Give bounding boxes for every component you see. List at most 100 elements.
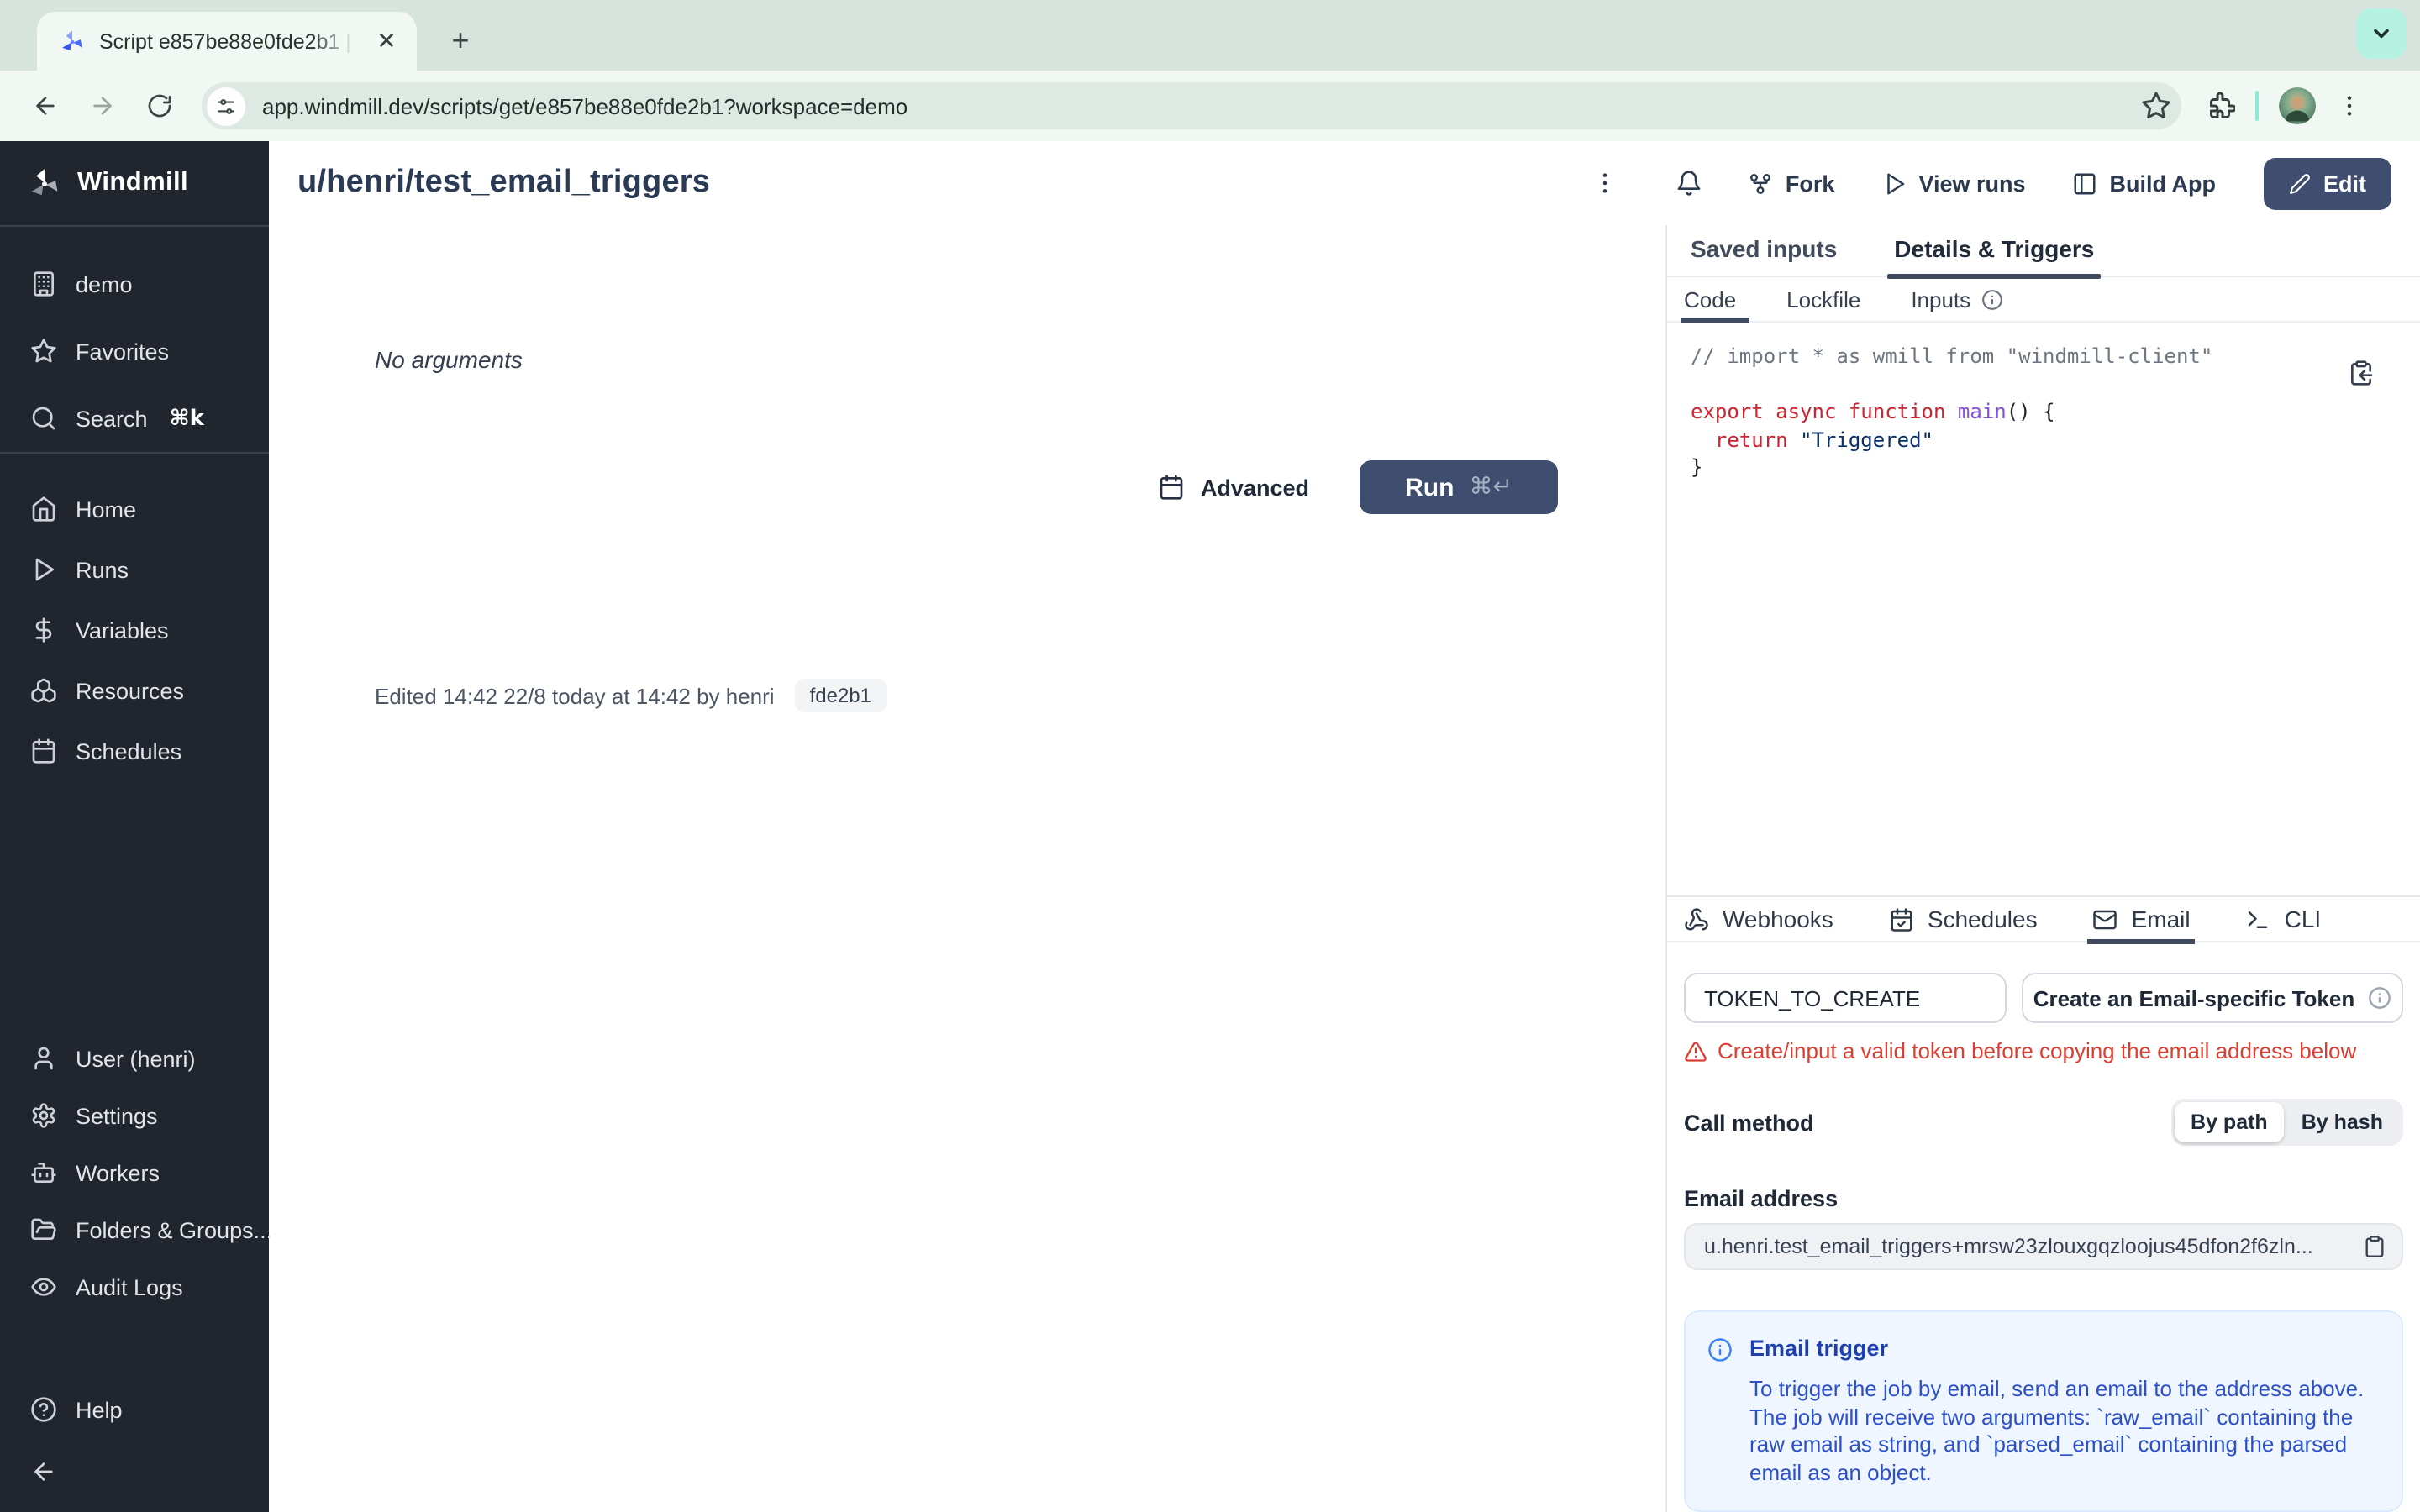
no-arguments-text: No arguments [375,346,523,373]
bot-icon [30,1159,57,1186]
calendar-icon [30,738,57,764]
info-box-title: Email trigger [1749,1336,1889,1361]
details-panel: Saved inputs Details & Triggers Code Loc… [1665,225,2420,1512]
profile-avatar[interactable] [2279,87,2316,124]
back-button[interactable] [24,84,67,128]
terminal-icon [2246,906,2271,932]
browser-tab[interactable]: Script e857be88e0fde2b1 | W ✕ [37,12,417,71]
sidebar-collapse-button[interactable] [0,1438,269,1505]
calendar-check-icon [1889,906,1914,932]
browser-toolbar: app.windmill.dev/scripts/get/e857be88e0f… [0,71,2420,141]
copy-code-icon[interactable] [2348,360,2375,386]
code-block: // import * as wmill from "windmill-clie… [1691,344,2213,479]
folder-open-icon [30,1216,57,1243]
alert-triangle-icon [1684,1039,1707,1063]
edited-text: Edited 14:42 22/8 today at 14:42 by henr… [375,683,775,708]
sidebar-item[interactable]: Search ⌘k [0,385,269,452]
url-text[interactable]: app.windmill.dev/scripts/get/e857be88e0f… [262,93,2141,118]
git-fork-icon [1749,171,1774,196]
settings-icon [30,1102,57,1129]
url-bar[interactable]: app.windmill.dev/scripts/get/e857be88e0f… [202,82,2181,129]
sidebar-item[interactable]: Workers [0,1144,269,1201]
run-button[interactable]: Run ⌘↵ [1360,460,1558,514]
panel-tab[interactable]: Saved inputs [1684,225,1844,277]
windmill-logo-icon [27,165,62,201]
main-content: No arguments Advanced Run ⌘↵ Edited 14:4… [269,225,1665,1512]
new-tab-button[interactable]: + [439,18,482,62]
info-icon [2368,986,2391,1010]
trigger-tab[interactable]: Email [2087,895,2196,944]
toolbar-separator [2255,91,2259,121]
sidebar-item[interactable]: Variables [0,600,269,660]
panel-left-icon [2073,171,2098,196]
copy-email-icon[interactable] [2363,1235,2386,1258]
webhook-icon [1684,906,1709,932]
sidebar-item[interactable]: Home [0,479,269,539]
code-tab[interactable]: Code [1680,276,1750,322]
token-warning: Create/input a valid token before copyin… [1684,1038,2403,1063]
call-method-label: Call method [1684,1110,1814,1135]
header-button[interactable]: Fork [1749,171,1834,196]
email-trigger-section: Create an Email-specific Token Create/in… [1667,942,2420,1512]
sidebar-item[interactable]: Folders & Groups... [0,1201,272,1258]
create-email-token-button[interactable]: Create an Email-specific Token [2022,973,2403,1023]
site-settings-icon[interactable] [207,87,245,125]
page-title: u/henri/test_email_triggers [297,165,711,200]
code-tab[interactable]: Lockfile [1786,276,1860,322]
sidebar-item-help[interactable]: Help [0,1381,269,1438]
panel-tab[interactable]: Details & Triggers [1887,225,2102,279]
header-button[interactable]: Build App [2073,171,2216,196]
trigger-tab[interactable]: CLI [2246,895,2321,942]
reload-button[interactable] [138,84,182,128]
sidebar-item[interactable]: Favorites [0,318,269,385]
trigger-tab[interactable]: Schedules [1889,895,2038,942]
by-path-option[interactable]: By path [2174,1102,2285,1142]
sidebar-item[interactable]: Runs [0,539,269,600]
trigger-tab[interactable]: Webhooks [1684,895,1833,942]
email-address-field[interactable]: u.henri.test_email_triggers+mrsw23zlouxg… [1684,1223,2403,1270]
trigger-tabs: Webhooks Schedules Email CLI [1667,895,2420,944]
panel-tabs: Saved inputs Details & Triggers [1667,225,2420,279]
boxes-icon [30,677,57,704]
info-box-body: To trigger the job by email, send an ema… [1749,1376,2365,1484]
tab-search-button[interactable] [2356,8,2407,59]
user-icon [30,1045,57,1072]
bookmark-star-icon[interactable] [2141,91,2171,121]
sidebar-item[interactable]: Settings [0,1087,269,1144]
eye-icon [30,1273,57,1300]
code-tabs: Code Lockfile Inputs [1667,277,2420,323]
more-options-icon[interactable] [1584,161,1628,205]
sidebar-item[interactable]: demo [0,250,269,318]
pencil-icon [2289,173,2309,193]
sidebar-admin-section: User (henri) Settings Workers Folders & … [0,1030,272,1315]
sidebar-item[interactable]: Schedules [0,721,269,781]
code-tab[interactable]: Inputs [1911,276,2002,322]
email-address-label: Email address [1684,1186,1839,1211]
notifications-bell-icon[interactable] [1668,161,1712,205]
header-text-buttons: Fork View runs Build App [1749,171,2263,196]
header-button[interactable]: View runs [1881,171,2026,196]
email-trigger-info-box: Email trigger To trigger the job by emai… [1684,1310,2403,1512]
code-viewer: // import * as wmill from "windmill-clie… [1667,323,2420,895]
advanced-button[interactable]: Advanced [1159,474,1309,501]
sidebar-workspace-section: demo Favorites Search ⌘k [0,227,269,452]
sidebar-item[interactable]: User (henri) [0,1030,269,1087]
screen: Script e857be88e0fde2b1 | W ✕ + app.wind… [0,0,2420,1512]
sidebar-item[interactable]: Resources [0,660,269,721]
windmill-logo[interactable]: Windmill [0,141,269,225]
token-input[interactable] [1684,973,2007,1023]
by-hash-option[interactable]: By hash [2285,1102,2400,1142]
forward-button[interactable] [81,84,124,128]
edit-button[interactable]: Edit [2263,157,2391,209]
calendar-icon [1159,474,1186,501]
star-icon [30,338,57,365]
windmill-favicon-icon [59,28,86,55]
version-hash-badge[interactable]: fde2b1 [794,679,886,712]
play-icon [1881,171,1907,196]
header-actions: Fork View runs Build App Edit [1584,157,2391,209]
tab-close-icon[interactable]: ✕ [373,27,400,55]
extensions-puzzle-icon[interactable] [2205,91,2237,121]
sidebar-item[interactable]: Audit Logs [0,1258,269,1315]
arrow-left-icon [30,1458,57,1485]
browser-menu-icon[interactable] [2336,92,2363,119]
